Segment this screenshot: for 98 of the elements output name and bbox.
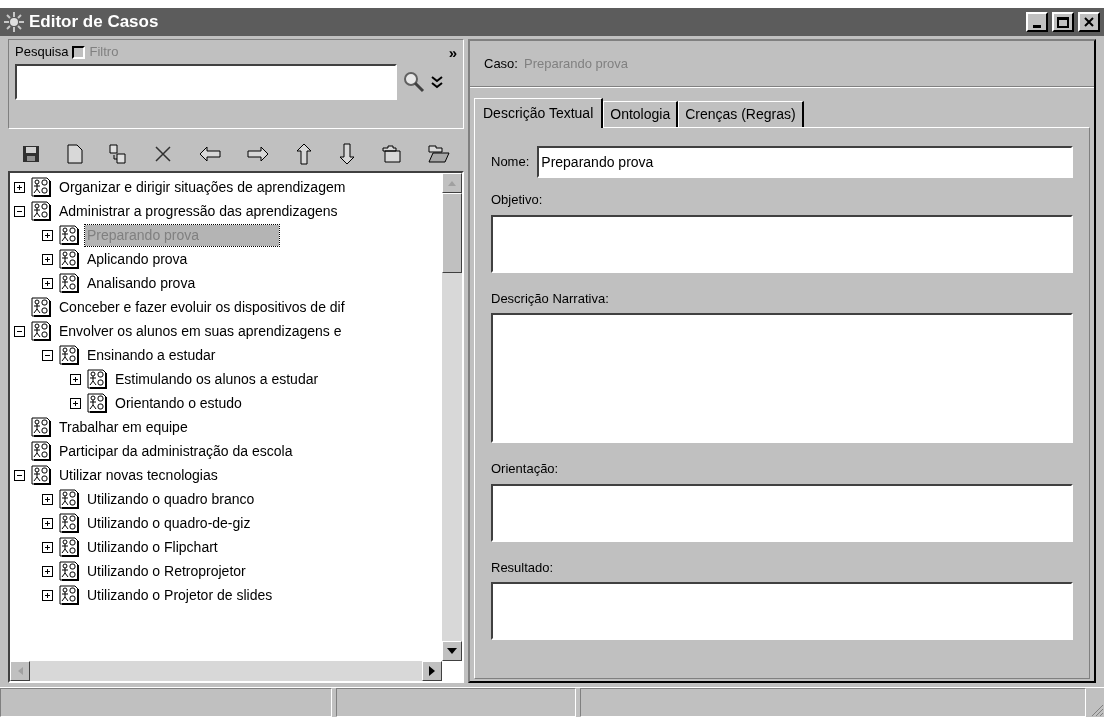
- tree-item[interactable]: Utilizando o Flipchart: [85, 536, 218, 558]
- figure-icon: [59, 345, 79, 365]
- expand-icon[interactable]: [42, 589, 53, 601]
- folders-icon[interactable]: [381, 145, 402, 163]
- collapse-button[interactable]: »: [448, 44, 457, 60]
- expand-icon[interactable]: [42, 229, 53, 241]
- figure-icon: [59, 273, 79, 293]
- close-button[interactable]: [1078, 12, 1100, 32]
- expand-icon[interactable]: [14, 181, 25, 193]
- sun-icon: [3, 11, 25, 33]
- tree-item[interactable]: Utilizar novas tecnologias: [57, 464, 218, 486]
- expand-icon[interactable]: [70, 397, 81, 409]
- figure-icon: [59, 225, 79, 245]
- expand-icon[interactable]: [42, 253, 53, 265]
- scroll-thumb[interactable]: [442, 193, 462, 273]
- figure-icon: [87, 393, 107, 413]
- search-icon[interactable]: [403, 71, 425, 93]
- tree-item[interactable]: Utilizando o Projetor de slides: [85, 584, 273, 606]
- name-field[interactable]: Preparando prova: [537, 146, 1073, 178]
- figure-icon: [59, 513, 79, 533]
- down-arrow-icon[interactable]: [338, 143, 355, 165]
- figure-icon: [31, 441, 51, 461]
- collapse-icon[interactable]: [14, 205, 25, 217]
- save-icon[interactable]: [22, 145, 40, 163]
- scroll-down-button[interactable]: [442, 641, 462, 661]
- case-value: Preparando prova: [523, 54, 629, 73]
- figure-icon: [31, 417, 51, 437]
- tree-item[interactable]: Trabalhar em equipe: [57, 416, 188, 438]
- text-area[interactable]: [491, 483, 1073, 542]
- left-triangle-icon: [17, 667, 23, 675]
- tree-item[interactable]: Analisando prova: [85, 272, 196, 294]
- expand-icon[interactable]: [42, 517, 53, 529]
- tree-item[interactable]: Orientando o estudo: [113, 392, 242, 414]
- tab[interactable]: Crenças (Regras): [678, 101, 804, 127]
- down-triangle-icon: [447, 648, 457, 654]
- figure-icon: [59, 561, 79, 581]
- minimize-button[interactable]: [1026, 12, 1048, 32]
- figure-icon: [59, 537, 79, 557]
- figure-icon: [31, 297, 51, 317]
- window-title: Editor de Casos: [29, 11, 160, 34]
- tree-item[interactable]: Utilizando o Retroprojetor: [85, 560, 246, 582]
- figure-icon: [31, 321, 51, 341]
- tab[interactable]: Ontologia: [603, 101, 679, 127]
- copy-icon[interactable]: [109, 144, 128, 164]
- field-label: Nome:: [491, 153, 530, 172]
- tree-item[interactable]: Estimulando os alunos a estudar: [113, 368, 319, 390]
- tree-item[interactable]: Conceber e fazer evoluir os dispositivos de dif: [57, 296, 345, 318]
- left-arrow-icon[interactable]: [198, 146, 221, 162]
- text-area[interactable]: [491, 582, 1073, 640]
- figure-icon: [31, 177, 51, 197]
- right-triangle-icon: [429, 666, 435, 676]
- tree-item[interactable]: Aplicando prova: [85, 248, 188, 270]
- maximize-button[interactable]: [1052, 12, 1074, 32]
- search-label: Pesquisa: [15, 43, 69, 62]
- field-label: Orientação:: [491, 460, 560, 478]
- field-label: Descrição Narrativa:: [491, 289, 610, 308]
- expand-icon[interactable]: [70, 373, 81, 385]
- vertical-scrollbar[interactable]: [442, 173, 462, 661]
- horizontal-scrollbar[interactable]: [10, 661, 442, 681]
- up-arrow-icon[interactable]: [295, 143, 312, 165]
- figure-icon: [31, 465, 51, 485]
- expand-icon[interactable]: [42, 493, 53, 505]
- scroll-right-button[interactable]: [422, 661, 442, 681]
- tree-item[interactable]: Envolver os alunos em suas aprendizagens e: [57, 320, 342, 342]
- figure-icon: [87, 369, 107, 389]
- expand-icon[interactable]: [42, 541, 53, 553]
- collapse-icon[interactable]: [14, 469, 25, 481]
- collapse-icon[interactable]: [14, 325, 25, 337]
- figure-icon: [59, 489, 79, 509]
- tree-item[interactable]: Administrar a progressão das aprendizagens: [57, 200, 338, 222]
- double-chevron-icon[interactable]: [431, 75, 443, 89]
- up-triangle-icon: [448, 180, 456, 186]
- tree-item[interactable]: Utilizando o quadro branco: [85, 488, 255, 510]
- cross-icon[interactable]: [153, 145, 172, 163]
- tab[interactable]: Descrição Textual: [474, 98, 604, 128]
- figure-icon: [59, 585, 79, 605]
- tree-item[interactable]: Utilizando o quadro-de-giz: [85, 512, 251, 534]
- expand-icon[interactable]: [42, 565, 53, 577]
- scroll-left-button[interactable]: [10, 661, 30, 681]
- new-page-icon[interactable]: [66, 144, 83, 164]
- open-folder-icon[interactable]: [427, 145, 450, 163]
- tree-item[interactable]: Ensinando a estudar: [85, 344, 216, 366]
- figure-icon: [31, 201, 51, 221]
- case-label: Caso:: [484, 54, 518, 73]
- collapse-icon[interactable]: [42, 349, 53, 361]
- filter-label: Filtro: [89, 43, 119, 62]
- text-area[interactable]: [491, 214, 1073, 273]
- search-field[interactable]: [15, 64, 397, 100]
- resize-grip-icon[interactable]: [1090, 703, 1104, 717]
- scroll-up-button[interactable]: [442, 173, 462, 193]
- close-icon: [1084, 17, 1094, 27]
- tree-item[interactable]: Participar da administração da escola: [57, 440, 293, 462]
- expand-icon[interactable]: [42, 277, 53, 289]
- figure-icon: [59, 249, 79, 269]
- field-label: Resultado:: [491, 558, 555, 577]
- tree-item[interactable]: Organizar e dirigir situações de aprendizagem: [57, 176, 346, 198]
- field-label: Objetivo:: [491, 191, 544, 209]
- right-arrow-icon[interactable]: [247, 146, 270, 162]
